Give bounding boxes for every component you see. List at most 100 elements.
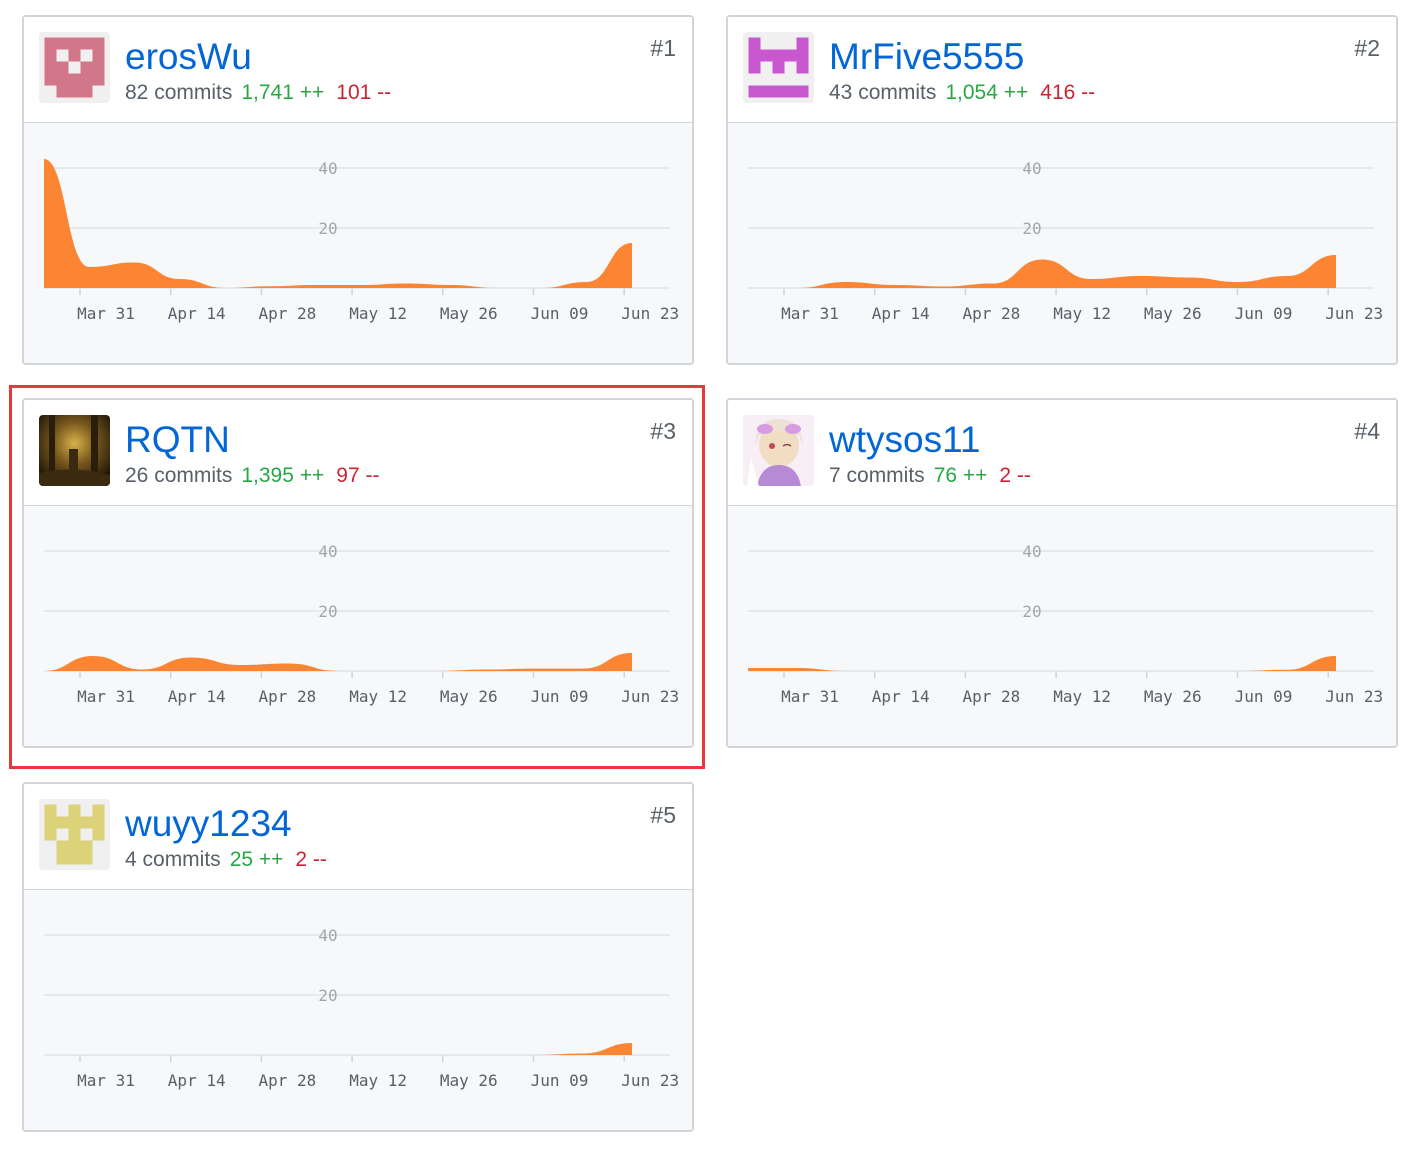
x-tick-label: Mar 31 (77, 687, 135, 706)
commit-area-chart: 40 20 Mar 31 Apr 14 Apr 28 May 12 May 26 Jun 09… (44, 542, 679, 706)
additions-count: 25 ++ (229, 848, 284, 871)
contributor-card: MrFive5555 43 commits 1,054 ++ 416 -- #2 4… (726, 15, 1398, 365)
identicon-pixel (44, 828, 57, 841)
x-tick-label: May 12 (349, 1071, 407, 1090)
commit-chart: 40 20 Mar 31 Apr 14 Apr 28 May 12 May 26 Jun 09… (24, 506, 692, 746)
avatar-image (743, 415, 814, 486)
x-tick-label: Jun 09 (531, 687, 589, 706)
avatar[interactable] (743, 32, 814, 103)
avatar[interactable] (39, 415, 110, 486)
identicon-pixel (92, 61, 105, 74)
commits-area[interactable] (748, 656, 1336, 671)
x-tick-label: May 12 (349, 687, 407, 706)
rank-label: #2 (1354, 35, 1380, 61)
card-header: wuyy1234 4 commits 25 ++ 2 -- #5 (24, 784, 692, 890)
commit-area-chart: 40 20 Mar 31 Apr 14 Apr 28 May 12 May 26 Jun 09… (44, 159, 679, 323)
identicon-pixel (56, 37, 69, 50)
identicon-pixel (68, 816, 81, 829)
contributor-card: wuyy1234 4 commits 25 ++ 2 -- #5 40 20 Mar 3… (22, 782, 694, 1132)
x-tick-label: May 12 (1053, 687, 1111, 706)
commit-count[interactable]: 4 commits (125, 848, 221, 871)
identicon-pixel (80, 840, 93, 853)
commits-area[interactable] (44, 1043, 632, 1055)
y-tick-label: 40 (318, 926, 337, 945)
contributor-card: erosWu 82 commits 1,741 ++ 101 -- #1 40 20 M… (22, 15, 694, 365)
additions-count: 1,741 ++ (241, 81, 325, 104)
identicon-pixel (68, 73, 81, 86)
x-tick-label: May 12 (349, 304, 407, 323)
x-tick-label: Apr 28 (963, 304, 1021, 323)
x-tick-label: May 26 (440, 304, 498, 323)
y-tick-label: 40 (1022, 159, 1041, 178)
commit-area-chart: 40 20 Mar 31 Apr 14 Apr 28 May 12 May 26 Jun 09… (748, 542, 1383, 706)
identicon-pixel (772, 85, 785, 98)
commits-area[interactable] (44, 653, 632, 671)
card-header: wtysos11 7 commits 76 ++ 2 -- #4 (728, 400, 1396, 506)
identicon-pixel (80, 816, 93, 829)
username-link[interactable]: RQTN (125, 418, 230, 462)
commit-chart: 40 20 Mar 31 Apr 14 Apr 28 May 12 May 26 Jun 09… (24, 123, 692, 363)
additions-count: 1,395 ++ (241, 464, 325, 487)
commit-chart: 40 20 Mar 31 Apr 14 Apr 28 May 12 May 26 Jun 09… (728, 123, 1396, 363)
y-tick-label: 40 (1022, 542, 1041, 561)
identicon-pixel (796, 49, 809, 62)
contribution-stats: 43 commits 1,054 ++ 416 -- (829, 80, 1095, 106)
additions-count: 1,054 ++ (945, 81, 1029, 104)
username-link[interactable]: MrFive5555 (829, 35, 1024, 79)
deletions-count: 2 -- (999, 464, 1031, 487)
rank-label: #3 (650, 418, 676, 444)
identicon-pixel (748, 61, 761, 74)
x-tick-label: Apr 14 (168, 304, 226, 323)
identicon-pixel (68, 804, 81, 817)
username-link[interactable]: erosWu (125, 35, 252, 79)
y-tick-label: 40 (318, 542, 337, 561)
identicon-pixel (44, 61, 57, 74)
x-tick-label: Apr 14 (872, 687, 930, 706)
username-link[interactable]: wtysos11 (829, 418, 981, 462)
deletions-count: 2 -- (295, 848, 327, 871)
commit-count[interactable]: 26 commits (125, 464, 232, 487)
card-header: RQTN 26 commits 1,395 ++ 97 -- #3 (24, 400, 692, 506)
deletions-count: 97 -- (336, 464, 380, 487)
x-tick-label: Jun 09 (531, 1071, 589, 1090)
x-tick-label: May 26 (440, 687, 498, 706)
commit-area-chart: 40 20 Mar 31 Apr 14 Apr 28 May 12 May 26 Jun 09… (748, 159, 1383, 323)
x-tick-label: Apr 14 (168, 687, 226, 706)
x-tick-label: May 12 (1053, 304, 1111, 323)
avatar[interactable] (743, 415, 814, 486)
identicon-pixel (760, 85, 773, 98)
deletions-count: 416 -- (1040, 81, 1096, 104)
x-tick-label: Mar 31 (781, 687, 839, 706)
identicon-pixel (80, 61, 93, 74)
commit-count[interactable]: 7 commits (829, 464, 925, 487)
identicon-pixel (56, 816, 69, 829)
identicon-pixel (796, 37, 809, 50)
commit-chart: 40 20 Mar 31 Apr 14 Apr 28 May 12 May 26 Jun 09… (728, 506, 1396, 746)
commit-area-chart: 40 20 Mar 31 Apr 14 Apr 28 May 12 May 26 Jun 09… (44, 926, 679, 1090)
x-tick-label: Apr 28 (259, 304, 317, 323)
commit-count[interactable]: 43 commits (829, 81, 936, 104)
commits-area[interactable] (748, 255, 1336, 288)
x-tick-label: Jun 23 (1325, 304, 1383, 323)
identicon-pixel (68, 828, 81, 841)
avatar[interactable] (39, 799, 110, 870)
card-header: erosWu 82 commits 1,741 ++ 101 -- #1 (24, 17, 692, 123)
identicon-pixel (784, 85, 797, 98)
commit-count[interactable]: 82 commits (125, 81, 232, 104)
identicon-pixel (772, 49, 785, 62)
card-header: MrFive5555 43 commits 1,054 ++ 416 -- #2 (728, 17, 1396, 123)
identicon-pixel (796, 61, 809, 74)
username-link[interactable]: wuyy1234 (125, 802, 292, 846)
commit-chart: 40 20 Mar 31 Apr 14 Apr 28 May 12 May 26 Jun 09… (24, 890, 692, 1130)
y-tick-label: 20 (1022, 219, 1041, 238)
contribution-stats: 4 commits 25 ++ 2 -- (125, 847, 327, 873)
commits-area[interactable] (44, 159, 632, 288)
x-tick-label: May 26 (1144, 304, 1202, 323)
identicon-pixel (56, 840, 69, 853)
avatar-image (39, 415, 110, 486)
identicon-pixel (68, 852, 81, 865)
y-tick-label: 20 (318, 602, 337, 621)
avatar[interactable] (39, 32, 110, 103)
avatar-image (39, 799, 110, 870)
identicon-pixel (80, 73, 93, 86)
